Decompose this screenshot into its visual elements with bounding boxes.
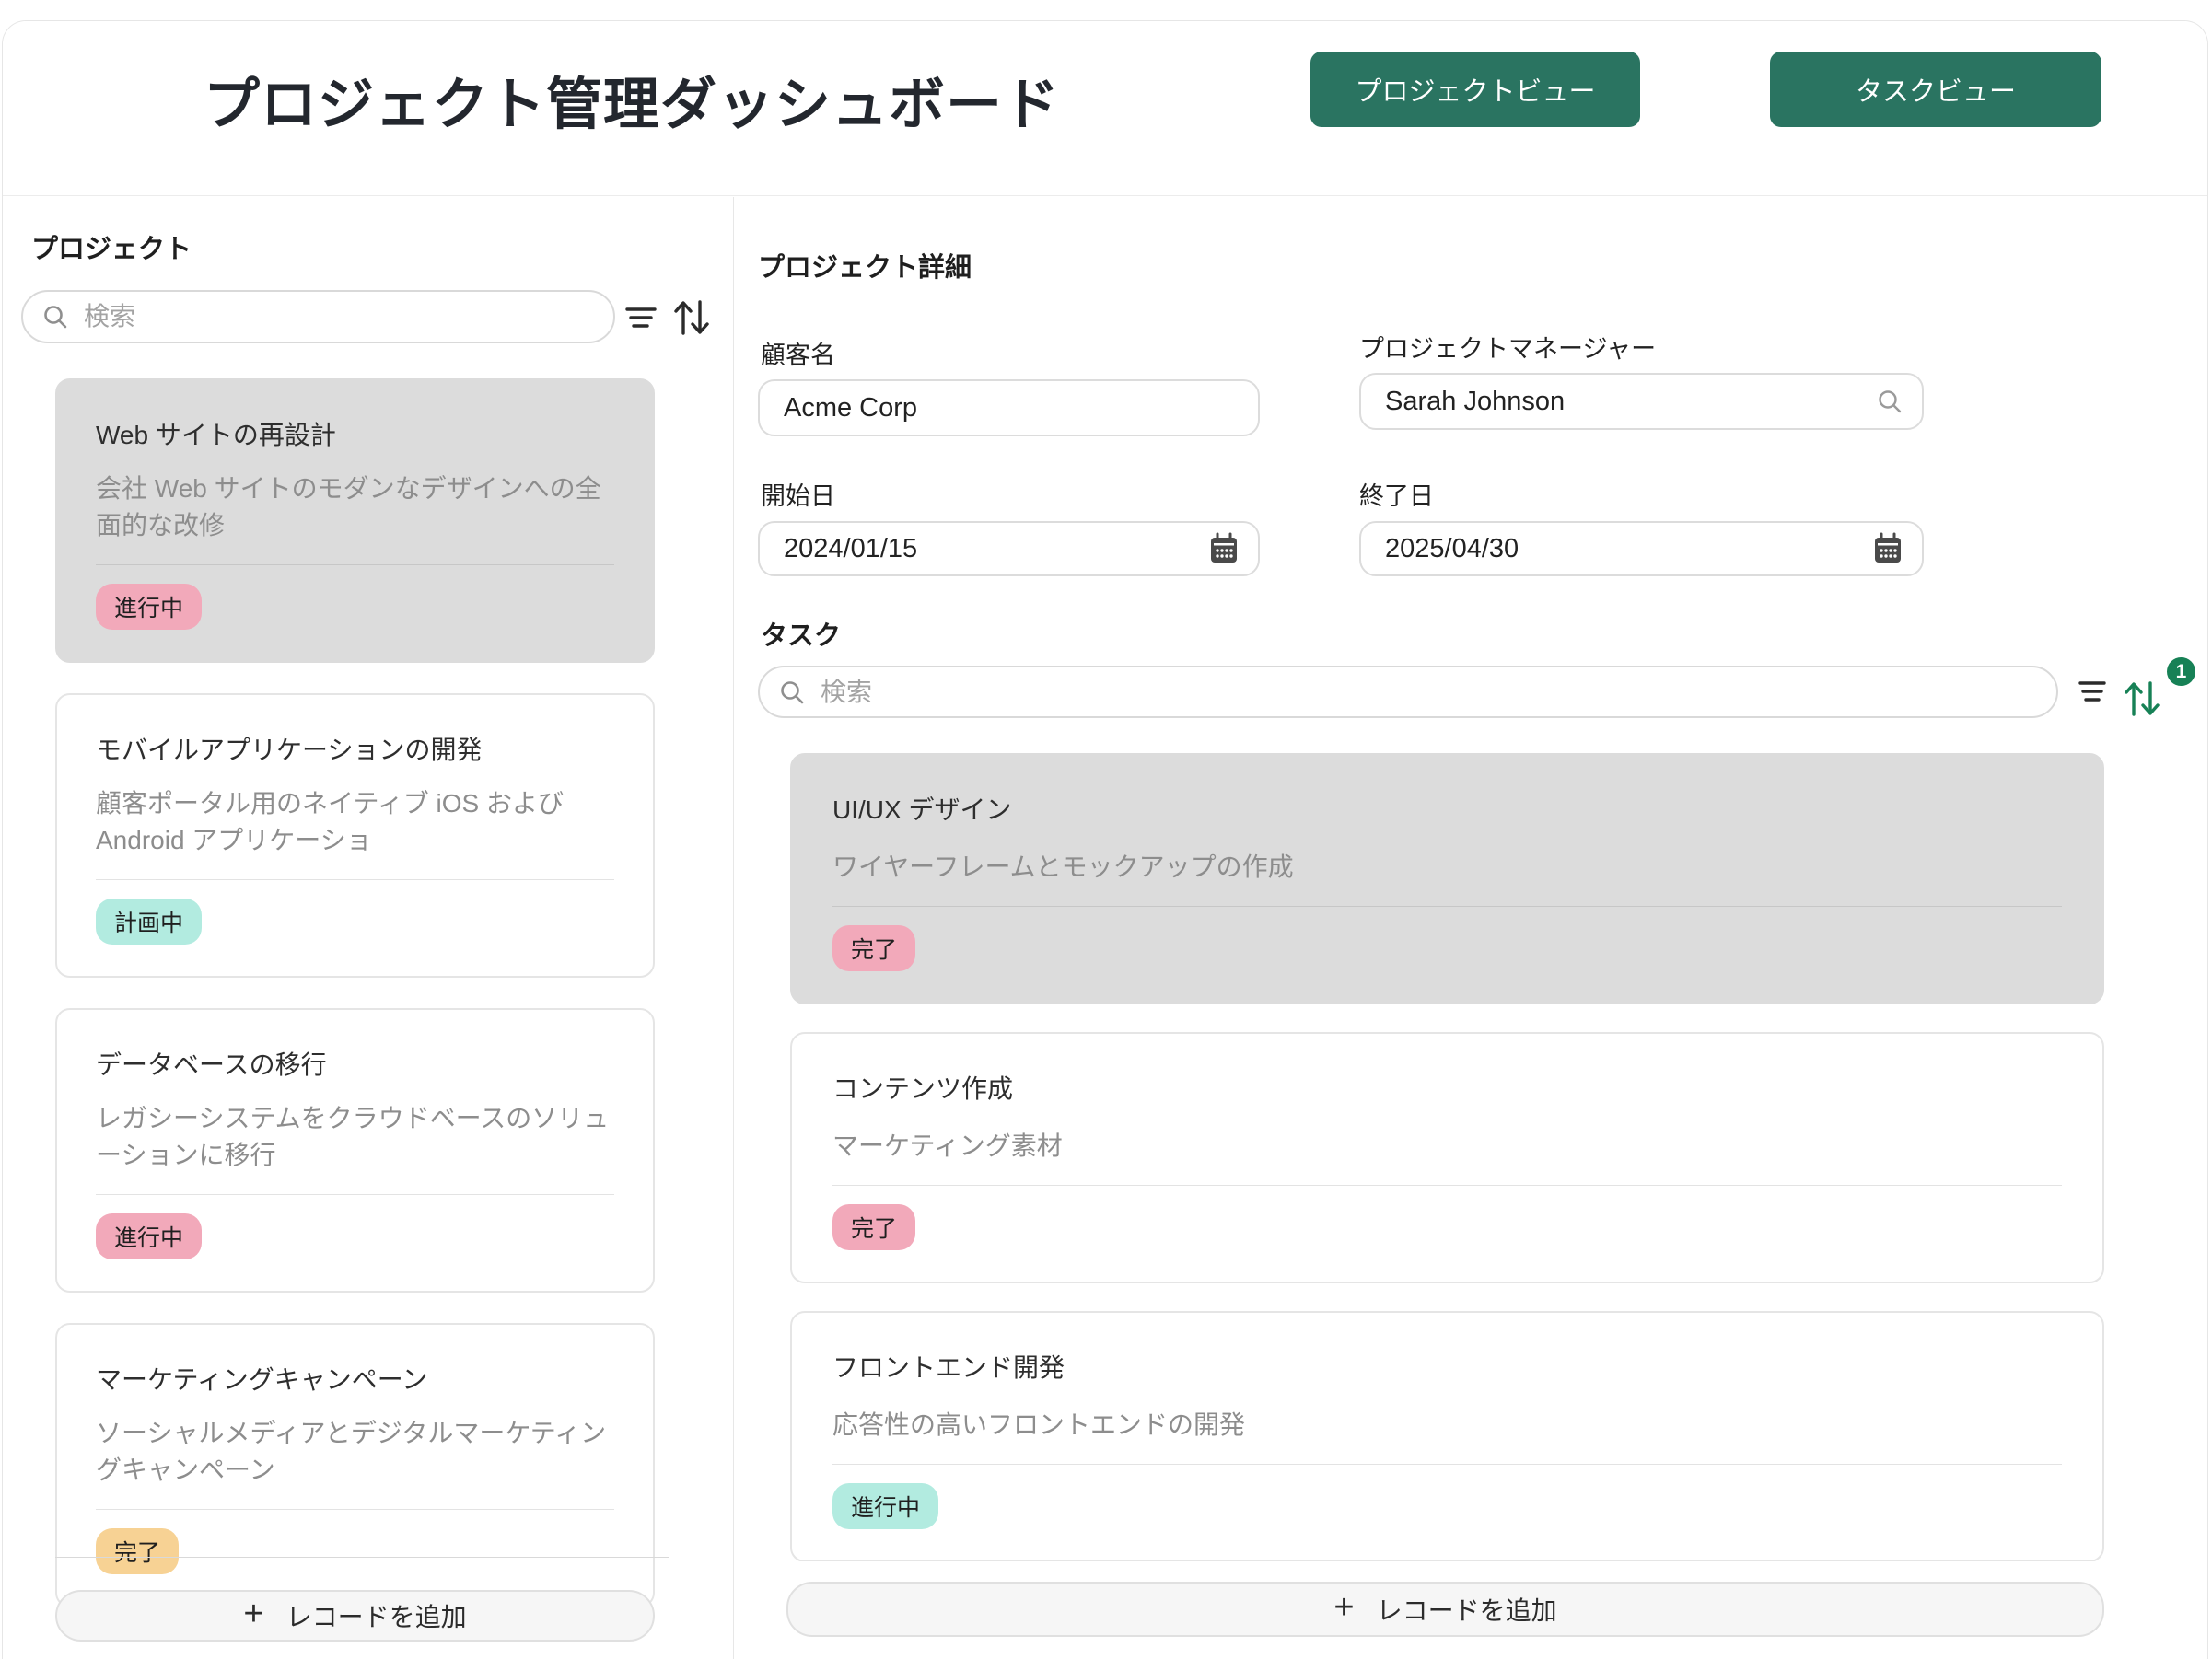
tasks-search [758, 666, 2058, 718]
projects-list: Web サイトの再設計 会社 Web サイトのモダンなデザインへの全面的な改修 … [55, 378, 655, 1638]
status-badge: 進行中 [96, 1213, 202, 1259]
status-badge: 計画中 [96, 899, 202, 945]
card-divider [832, 1185, 2062, 1186]
project-manager-label: プロジェクトマネージャー [1359, 329, 1656, 365]
header: プロジェクト管理ダッシュボード プロジェクトビュー タスクビュー [3, 21, 2207, 196]
end-date-input[interactable] [1361, 534, 1872, 564]
plus-icon: + [1333, 1590, 1354, 1625]
task-card-title: UI/UX デザイン [832, 790, 2062, 827]
project-card-title: モバイルアプリケーションの開発 [96, 730, 614, 767]
task-card[interactable]: UI/UX デザイン ワイヤーフレームとモックアップの作成 完了 [790, 753, 2104, 1004]
projects-search [21, 290, 615, 343]
client-name-input[interactable] [760, 393, 1258, 423]
filter-icon[interactable] [623, 306, 658, 331]
project-card-description: 顧客ポータル用のネイティブ iOS および Android アプリケーショ [96, 785, 614, 859]
add-project-record-button[interactable]: + レコードを追加 [55, 1590, 655, 1642]
calendar-icon[interactable] [1208, 532, 1240, 565]
end-date-label: 終了日 [1359, 476, 1434, 512]
tasks-list-viewport: UI/UX デザイン ワイヤーフレームとモックアップの作成 完了 コンテンツ作成… [735, 753, 2207, 1561]
add-task-record-button[interactable]: + レコードを追加 [786, 1582, 2104, 1637]
task-card-title: コンテンツ作成 [832, 1069, 2062, 1106]
add-record-label: レコードを追加 [286, 1597, 467, 1634]
tasks-section-title: タスク [761, 614, 841, 653]
project-card-title: データベースの移行 [96, 1045, 614, 1082]
projects-panel-title: プロジェクト [31, 227, 192, 266]
project-card-title: Web サイトの再設計 [96, 415, 614, 452]
project-card-description: レガシーシステムをクラウドベースのソリューションに移行 [96, 1100, 614, 1174]
end-date-fieldbox [1359, 521, 1924, 576]
project-card-title: マーケティングキャンペーン [96, 1360, 614, 1397]
card-divider [832, 1464, 2062, 1465]
app-window: プロジェクト管理ダッシュボード プロジェクトビュー タスクビュー プロジェクト … [2, 20, 2208, 1659]
start-date-fieldbox [758, 521, 1260, 576]
client-name-fieldbox [758, 379, 1260, 436]
project-card[interactable]: モバイルアプリケーションの開発 顧客ポータル用のネイティブ iOS および An… [55, 693, 655, 978]
details-panel-title: プロジェクト詳細 [758, 246, 972, 284]
status-badge: 完了 [832, 925, 915, 971]
sort-icon[interactable] [671, 296, 712, 339]
task-card[interactable]: フロントエンド開発 応答性の高いフロントエンドの開発 進行中 [790, 1311, 2104, 1561]
panel-footer-divider [55, 1557, 669, 1558]
client-name-label: 顧客名 [761, 335, 835, 371]
task-card-description: 応答性の高いフロントエンドの開発 [832, 1405, 2062, 1442]
add-record-label: レコードを追加 [1377, 1591, 1557, 1628]
project-manager-fieldbox [1359, 373, 1924, 430]
card-divider [832, 906, 2062, 907]
card-divider [96, 1194, 614, 1195]
plus-icon: + [243, 1596, 263, 1631]
project-card[interactable]: データベースの移行 レガシーシステムをクラウドベースのソリューションに移行 進行… [55, 1008, 655, 1293]
search-icon [778, 679, 806, 706]
start-date-input[interactable] [760, 534, 1208, 564]
project-manager-input[interactable] [1361, 387, 1876, 417]
card-divider [96, 1509, 614, 1510]
project-card-description: 会社 Web サイトのモダンなデザインへの全面的な改修 [96, 470, 614, 544]
status-badge: 進行中 [96, 584, 202, 630]
status-badge: 完了 [96, 1528, 179, 1574]
start-date-label: 開始日 [761, 476, 835, 512]
task-view-button[interactable]: タスクビュー [1770, 52, 2101, 127]
calendar-icon[interactable] [1872, 532, 1903, 565]
status-badge: 完了 [832, 1204, 915, 1250]
tasks-list: UI/UX デザイン ワイヤーフレームとモックアップの作成 完了 コンテンツ作成… [790, 753, 2104, 1561]
tasks-sort-icon[interactable]: 1 [2116, 668, 2195, 724]
status-badge: 進行中 [832, 1483, 938, 1529]
tasks-search-input[interactable] [819, 677, 2056, 708]
details-panel: プロジェクト詳細 顧客名 プロジェクトマネージャー 開始日 終了日 タスク [735, 197, 2207, 1659]
task-card[interactable]: コンテンツ作成 マーケティング素材 完了 [790, 1032, 2104, 1283]
card-divider [96, 879, 614, 880]
search-icon [41, 303, 69, 331]
project-card-description: ソーシャルメディアとデジタルマーケティングキャンペーン [96, 1415, 614, 1489]
project-card[interactable]: マーケティングキャンペーン ソーシャルメディアとデジタルマーケティングキャンペー… [55, 1323, 655, 1607]
page-title: プロジェクト管理ダッシュボード [204, 58, 1060, 140]
sort-count-badge: 1 [2167, 657, 2195, 686]
card-divider [96, 564, 614, 565]
task-card-title: フロントエンド開発 [832, 1348, 2062, 1385]
project-view-button[interactable]: プロジェクトビュー [1310, 52, 1640, 127]
tasks-filter-icon[interactable] [2075, 679, 2110, 705]
project-card[interactable]: Web サイトの再設計 会社 Web サイトのモダンなデザインへの全面的な改修 … [55, 378, 655, 663]
projects-panel: プロジェクト Web サイトの再設計 会社 Web サイトのモダンなデザインへの… [3, 197, 734, 1659]
task-card-description: ワイヤーフレームとモックアップの作成 [832, 847, 2062, 884]
projects-search-input[interactable] [82, 301, 613, 332]
task-card-description: マーケティング素材 [832, 1126, 2062, 1163]
search-icon [1876, 388, 1903, 415]
